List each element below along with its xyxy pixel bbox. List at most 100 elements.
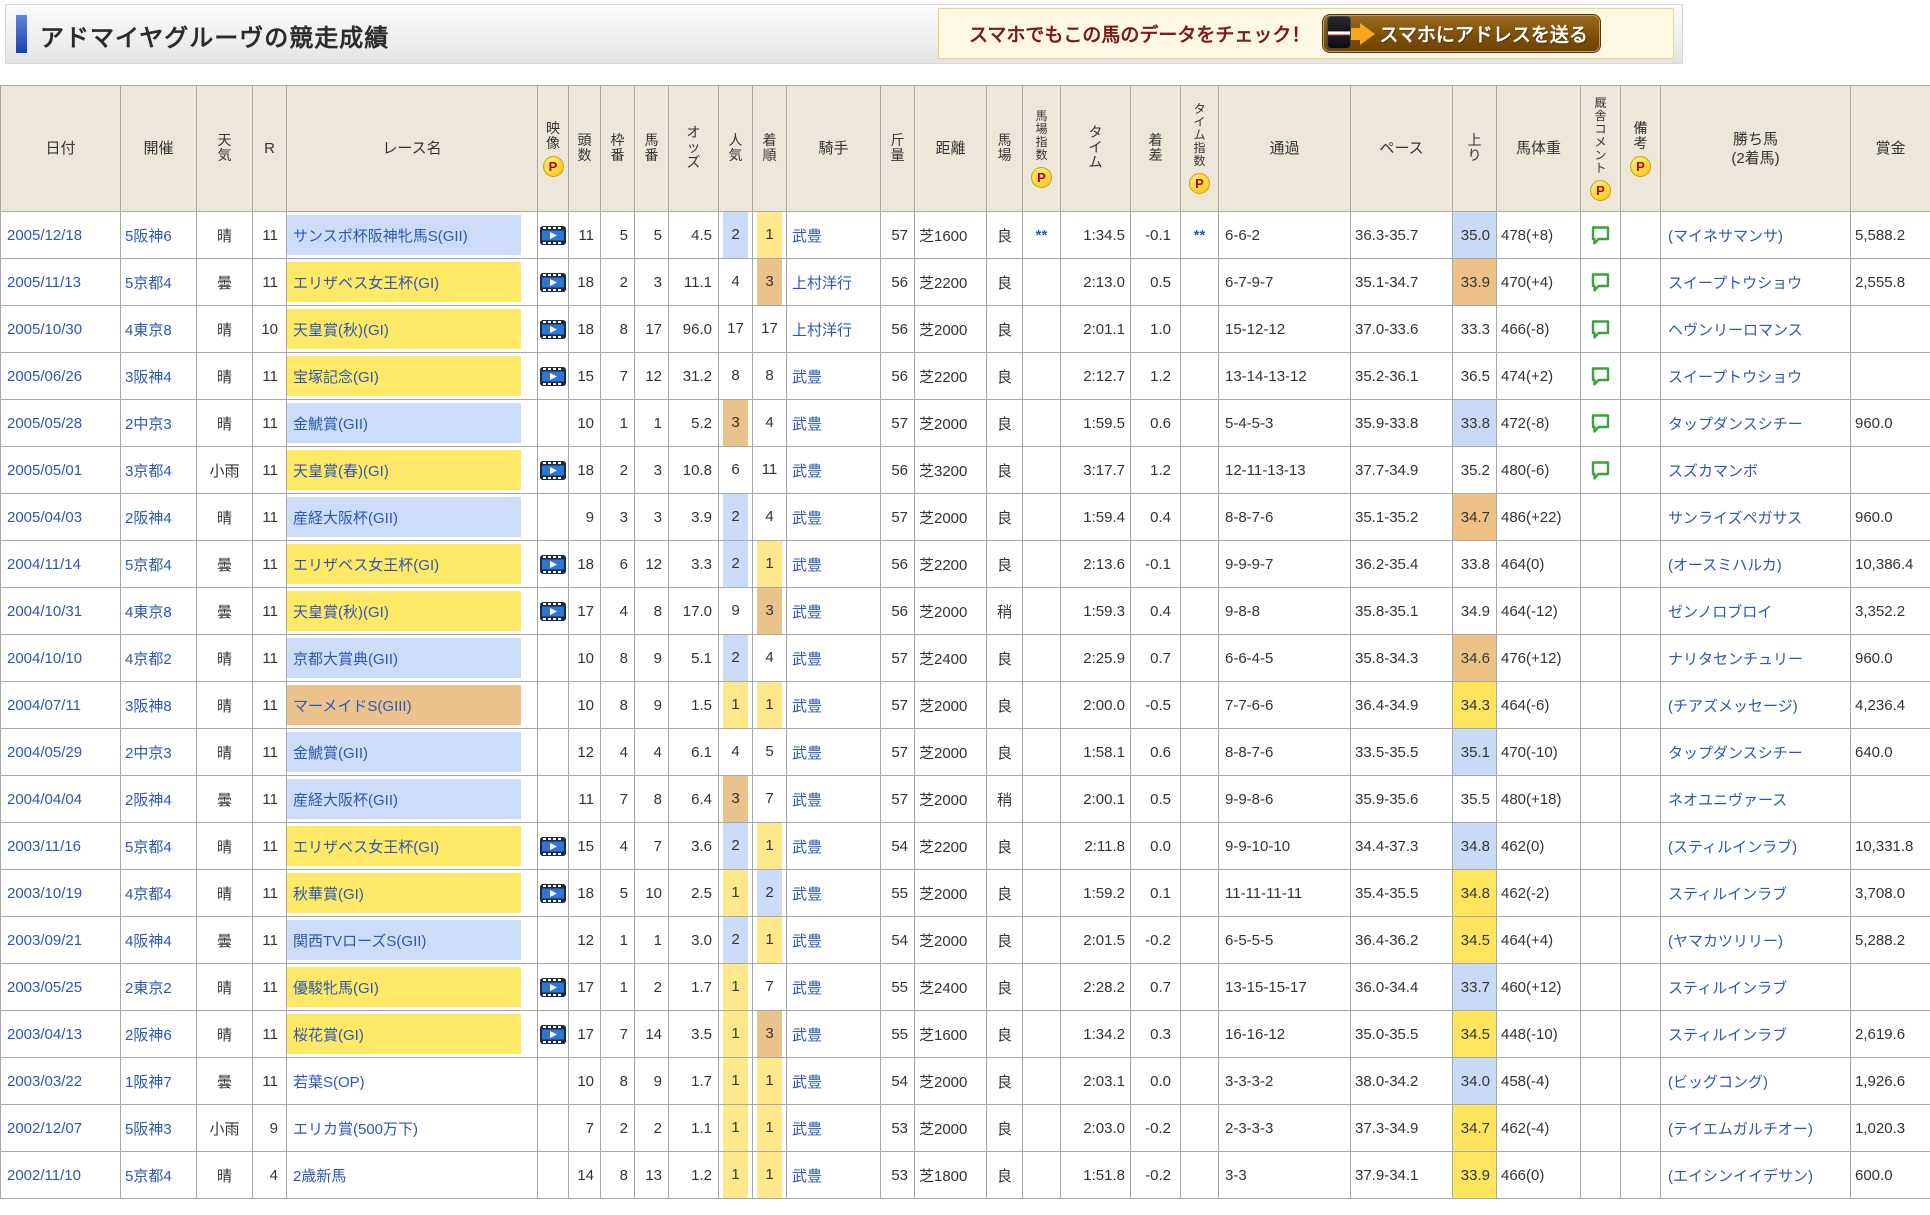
venue-link[interactable]: 4東京8 bbox=[125, 322, 172, 339]
jockey-link[interactable]: 武豊 bbox=[792, 416, 822, 433]
jockey-link[interactable]: 武豊 bbox=[792, 698, 822, 715]
video-icon[interactable] bbox=[540, 273, 566, 292]
winner-link[interactable]: タップダンスシチー bbox=[1668, 416, 1803, 433]
comment-icon[interactable] bbox=[1590, 319, 1611, 340]
venue-link[interactable]: 2阪神4 bbox=[125, 510, 172, 527]
jockey-link[interactable]: 武豊 bbox=[792, 557, 822, 574]
race-link[interactable]: エリザベス女王杯(GI) bbox=[293, 272, 439, 293]
jockey-link[interactable]: 武豊 bbox=[792, 463, 822, 480]
video-icon[interactable] bbox=[540, 226, 566, 245]
jockey-link[interactable]: 武豊 bbox=[792, 1121, 822, 1138]
winner-link[interactable]: サンライズペガサス bbox=[1668, 510, 1802, 527]
date-link[interactable]: 2005/06/26 bbox=[7, 368, 82, 385]
venue-link[interactable]: 5京都4 bbox=[125, 839, 172, 856]
venue-link[interactable]: 2阪神4 bbox=[125, 792, 172, 809]
race-link[interactable]: 金鯱賞(GII) bbox=[293, 413, 368, 434]
premium-icon[interactable]: P bbox=[1590, 180, 1611, 201]
venue-link[interactable]: 3京都4 bbox=[125, 463, 172, 480]
comment-icon[interactable] bbox=[1590, 225, 1611, 246]
date-link[interactable]: 2005/11/13 bbox=[7, 274, 81, 291]
date-link[interactable]: 2004/04/04 bbox=[7, 791, 82, 808]
venue-link[interactable]: 1阪神7 bbox=[125, 1074, 172, 1091]
jockey-link[interactable]: 武豊 bbox=[792, 745, 822, 762]
date-link[interactable]: 2004/10/10 bbox=[7, 650, 82, 667]
race-link[interactable]: 優駿牝馬(GI) bbox=[293, 977, 379, 998]
comment-icon[interactable] bbox=[1590, 272, 1611, 293]
winner-link[interactable]: スティルインラブ bbox=[1668, 886, 1787, 903]
date-link[interactable]: 2002/11/10 bbox=[7, 1167, 81, 1184]
premium-icon[interactable]: P bbox=[1189, 173, 1210, 194]
date-link[interactable]: 2003/09/21 bbox=[7, 932, 82, 949]
date-link[interactable]: 2005/10/30 bbox=[7, 321, 82, 338]
race-link[interactable]: エリカ賞(500万下) bbox=[293, 1118, 418, 1139]
jockey-link[interactable]: 上村洋行 bbox=[792, 275, 852, 292]
date-link[interactable]: 2003/03/22 bbox=[7, 1073, 82, 1090]
venue-link[interactable]: 5京都4 bbox=[125, 1168, 172, 1185]
jockey-link[interactable]: 武豊 bbox=[792, 651, 822, 668]
date-link[interactable]: 2002/12/07 bbox=[7, 1120, 82, 1137]
venue-link[interactable]: 5京都4 bbox=[125, 275, 172, 292]
race-link[interactable]: エリザベス女王杯(GI) bbox=[293, 836, 439, 857]
race-link[interactable]: 天皇賞(春)(GI) bbox=[293, 460, 389, 481]
race-link[interactable]: 秋華賞(GI) bbox=[293, 883, 364, 904]
date-link[interactable]: 2004/07/11 bbox=[7, 697, 81, 714]
date-link[interactable]: 2004/11/14 bbox=[7, 556, 81, 573]
date-link[interactable]: 2003/05/25 bbox=[7, 979, 82, 996]
jockey-link[interactable]: 武豊 bbox=[792, 886, 822, 903]
video-icon[interactable] bbox=[540, 1025, 566, 1044]
race-link[interactable]: 桜花賞(GI) bbox=[293, 1024, 364, 1045]
venue-link[interactable]: 2阪神6 bbox=[125, 1027, 172, 1044]
venue-link[interactable]: 3阪神4 bbox=[125, 369, 172, 386]
winner-link[interactable]: タップダンスシチー bbox=[1668, 745, 1803, 762]
date-link[interactable]: 2003/11/16 bbox=[7, 838, 81, 855]
date-link[interactable]: 2005/05/28 bbox=[7, 415, 82, 432]
venue-link[interactable]: 5京都4 bbox=[125, 557, 172, 574]
race-link[interactable]: 産経大阪杯(GII) bbox=[293, 507, 398, 528]
date-link[interactable]: 2004/10/31 bbox=[7, 603, 82, 620]
jockey-link[interactable]: 武豊 bbox=[792, 980, 822, 997]
venue-link[interactable]: 4京都2 bbox=[125, 651, 172, 668]
time-index-link[interactable]: ** bbox=[1194, 227, 1206, 244]
video-icon[interactable] bbox=[540, 602, 566, 621]
jockey-link[interactable]: 武豊 bbox=[792, 839, 822, 856]
venue-link[interactable]: 5阪神6 bbox=[125, 228, 172, 245]
winner-link[interactable]: スイープトウショウ bbox=[1668, 369, 1802, 386]
date-link[interactable]: 2004/05/29 bbox=[7, 744, 82, 761]
jockey-link[interactable]: 武豊 bbox=[792, 604, 822, 621]
comment-icon[interactable] bbox=[1590, 413, 1611, 434]
winner-link[interactable]: (ビッグコング) bbox=[1668, 1074, 1768, 1091]
winner-link[interactable]: (チアズメッセージ) bbox=[1668, 698, 1798, 715]
winner-link[interactable]: (ヤマカツリリー) bbox=[1668, 933, 1783, 950]
date-link[interactable]: 2005/12/18 bbox=[7, 227, 82, 244]
winner-link[interactable]: (エイシンイイデサン) bbox=[1668, 1168, 1813, 1185]
venue-link[interactable]: 2中京3 bbox=[125, 745, 172, 762]
winner-link[interactable]: ヘヴンリーロマンス bbox=[1668, 322, 1803, 339]
comment-icon[interactable] bbox=[1590, 366, 1611, 387]
video-icon[interactable] bbox=[540, 837, 566, 856]
premium-icon[interactable]: P bbox=[1031, 167, 1052, 188]
race-link[interactable]: 天皇賞(秋)(GI) bbox=[293, 601, 389, 622]
race-link[interactable]: 金鯱賞(GII) bbox=[293, 742, 368, 763]
date-link[interactable]: 2005/05/01 bbox=[7, 462, 82, 479]
date-link[interactable]: 2005/04/03 bbox=[7, 509, 82, 526]
video-icon[interactable] bbox=[540, 884, 566, 903]
jockey-link[interactable]: 武豊 bbox=[792, 228, 822, 245]
winner-link[interactable]: ナリタセンチュリー bbox=[1668, 651, 1803, 668]
date-link[interactable]: 2003/10/19 bbox=[7, 885, 82, 902]
venue-link[interactable]: 4京都4 bbox=[125, 886, 172, 903]
comment-icon[interactable] bbox=[1590, 460, 1611, 481]
race-link[interactable]: エリザベス女王杯(GI) bbox=[293, 554, 439, 575]
video-icon[interactable] bbox=[540, 978, 566, 997]
video-icon[interactable] bbox=[540, 461, 566, 480]
race-link[interactable]: 天皇賞(秋)(GI) bbox=[293, 319, 389, 340]
race-link[interactable]: 産経大阪杯(GII) bbox=[293, 789, 398, 810]
winner-link[interactable]: (オースミハルカ) bbox=[1668, 557, 1782, 574]
premium-icon[interactable]: P bbox=[1630, 156, 1651, 177]
video-icon[interactable] bbox=[540, 320, 566, 339]
winner-link[interactable]: ネオユニヴァース bbox=[1668, 792, 1787, 809]
winner-link[interactable]: スティルインラブ bbox=[1668, 980, 1787, 997]
premium-icon[interactable]: P bbox=[543, 156, 564, 177]
jockey-link[interactable]: 武豊 bbox=[792, 1168, 822, 1185]
winner-link[interactable]: ゼンノロブロイ bbox=[1668, 604, 1772, 621]
jockey-link[interactable]: 武豊 bbox=[792, 510, 822, 527]
